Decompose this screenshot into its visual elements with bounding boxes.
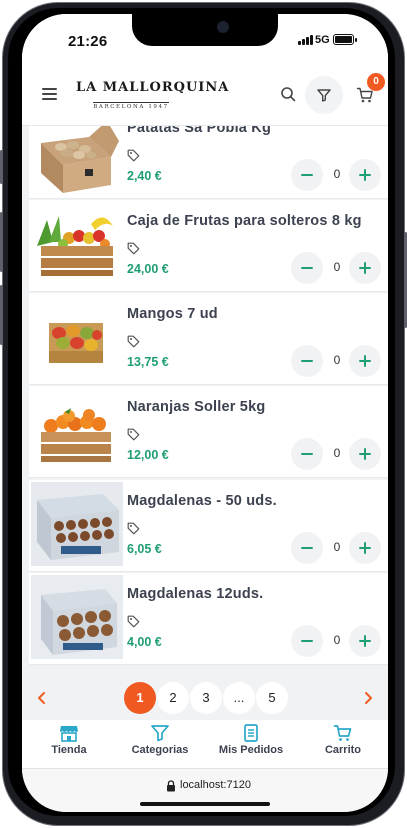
nav-item-mis-pedidos[interactable]: Mis Pedidos — [206, 724, 296, 764]
nav-item-carrito[interactable]: Carrito — [298, 724, 388, 764]
page-button-5[interactable]: 5 — [256, 682, 288, 714]
product-list: Patatas Sa Pobla Kg 2,40 € 0 Caja de Fru… — [22, 126, 388, 676]
tag-icon — [127, 522, 140, 535]
increase-quantity-button[interactable] — [349, 252, 381, 284]
increase-quantity-button[interactable] — [349, 159, 381, 191]
product-price: 4,00 € — [127, 635, 162, 649]
filter-button[interactable] — [305, 76, 343, 114]
product-card: Magdalenas - 50 uds. 6,05 € 0 — [29, 480, 388, 572]
app-header: LA MALLORQUINA BARCELONA 1947 0 — [22, 66, 388, 126]
product-name: Naranjas Soller 5kg — [127, 399, 266, 415]
app-screen: 21:26 5G LA MALLORQUINA BARCELONA 1947 0 — [22, 14, 388, 812]
brand-logo[interactable]: LA MALLORQUINA BARCELONA 1947 — [76, 80, 230, 113]
decrease-quantity-button[interactable] — [291, 345, 323, 377]
product-card: Magdalenas 12uds. 4,00 € 0 — [29, 573, 388, 665]
phone-volume-down-button — [0, 285, 3, 345]
product-image — [37, 216, 113, 276]
product-image — [49, 323, 103, 363]
product-quantity: 0 — [333, 633, 341, 647]
increase-quantity-button[interactable] — [349, 345, 381, 377]
url-text: localhost:7120 — [180, 779, 251, 791]
nav-label: Tienda — [51, 744, 87, 756]
page-button-1[interactable]: 1 — [124, 682, 156, 714]
product-price: 2,40 € — [127, 169, 162, 183]
home-indicator[interactable] — [140, 802, 270, 806]
phone-action-button — [0, 150, 3, 184]
product-quantity: 0 — [333, 353, 341, 367]
tag-icon — [127, 242, 140, 255]
product-quantity: 0 — [333, 540, 341, 554]
battery-icon — [333, 34, 357, 45]
tag-icon — [127, 428, 140, 441]
product-card: Patatas Sa Pobla Kg 2,40 € 0 — [29, 126, 388, 199]
nav-item-tienda[interactable]: Tienda — [24, 724, 114, 764]
product-card: Caja de Frutas para solteros 8 kg 24,00 … — [29, 200, 388, 292]
store-icon — [60, 726, 78, 742]
increase-quantity-button[interactable] — [349, 438, 381, 470]
page-ellipsis[interactable]: ... — [223, 682, 255, 714]
lock-icon — [167, 780, 175, 792]
page-button-3[interactable]: 3 — [190, 682, 222, 714]
product-name: Patatas Sa Pobla Kg — [127, 126, 272, 136]
nav-label: Categorias — [131, 744, 189, 756]
decrease-quantity-button[interactable] — [291, 252, 323, 284]
product-price: 13,75 € — [127, 355, 169, 369]
decrease-quantity-button[interactable] — [291, 159, 323, 191]
nav-label: Mis Pedidos — [218, 744, 284, 756]
menu-icon[interactable] — [42, 88, 57, 100]
product-price: 12,00 € — [127, 448, 169, 462]
product-name: Magdalenas - 50 uds. — [127, 493, 277, 509]
product-image — [41, 126, 119, 193]
product-name: Mangos 7 ud — [127, 306, 218, 322]
decrease-quantity-button[interactable] — [291, 625, 323, 657]
product-name: Magdalenas 12uds. — [127, 586, 264, 602]
tag-icon — [127, 615, 140, 628]
brand-subtitle: BARCELONA 1947 — [93, 102, 169, 110]
tag-icon — [127, 149, 140, 162]
phone-volume-up-button — [0, 212, 3, 272]
product-name: Caja de Frutas para solteros 8 kg — [127, 213, 362, 229]
decrease-quantity-button[interactable] — [291, 438, 323, 470]
product-quantity: 0 — [333, 260, 341, 274]
page-button-2[interactable]: 2 — [157, 682, 189, 714]
chevron-right-icon[interactable] — [356, 686, 380, 710]
network-label: 5G — [315, 34, 330, 46]
status-bar: 21:26 5G — [22, 14, 388, 66]
filter-icon — [317, 89, 331, 102]
product-image — [31, 575, 123, 659]
orders-list-icon — [244, 724, 258, 742]
tag-icon — [127, 335, 140, 348]
filter-icon — [151, 725, 169, 742]
product-image — [41, 408, 111, 462]
increase-quantity-button[interactable] — [349, 625, 381, 657]
browser-url-bar[interactable]: localhost:7120 — [22, 768, 388, 812]
search-icon[interactable] — [280, 86, 296, 102]
product-price: 24,00 € — [127, 262, 169, 276]
pagination: 1 2 3 ... 5 — [22, 676, 388, 720]
status-time: 21:26 — [68, 33, 108, 50]
signal-icon — [298, 35, 314, 45]
product-quantity: 0 — [333, 167, 341, 181]
product-card: Mangos 7 ud 13,75 € 0 — [29, 293, 388, 385]
dynamic-island — [132, 14, 278, 46]
product-card: Naranjas Soller 5kg 12,00 € 0 — [29, 386, 388, 478]
product-quantity: 0 — [333, 446, 341, 460]
nav-item-categorias[interactable]: Categorias — [115, 724, 205, 764]
bottom-nav: Tienda Categorias Mis Pedidos Carrito — [22, 720, 388, 768]
product-image — [31, 482, 123, 566]
product-price: 6,05 € — [127, 542, 162, 556]
cart-count-badge: 0 — [367, 73, 385, 91]
brand-name: LA MALLORQUINA — [76, 80, 230, 95]
increase-quantity-button[interactable] — [349, 532, 381, 564]
nav-label: Carrito — [324, 744, 362, 756]
decrease-quantity-button[interactable] — [291, 532, 323, 564]
camera-dot — [217, 21, 229, 33]
chevron-left-icon[interactable] — [30, 686, 54, 710]
cart-icon — [333, 725, 352, 741]
